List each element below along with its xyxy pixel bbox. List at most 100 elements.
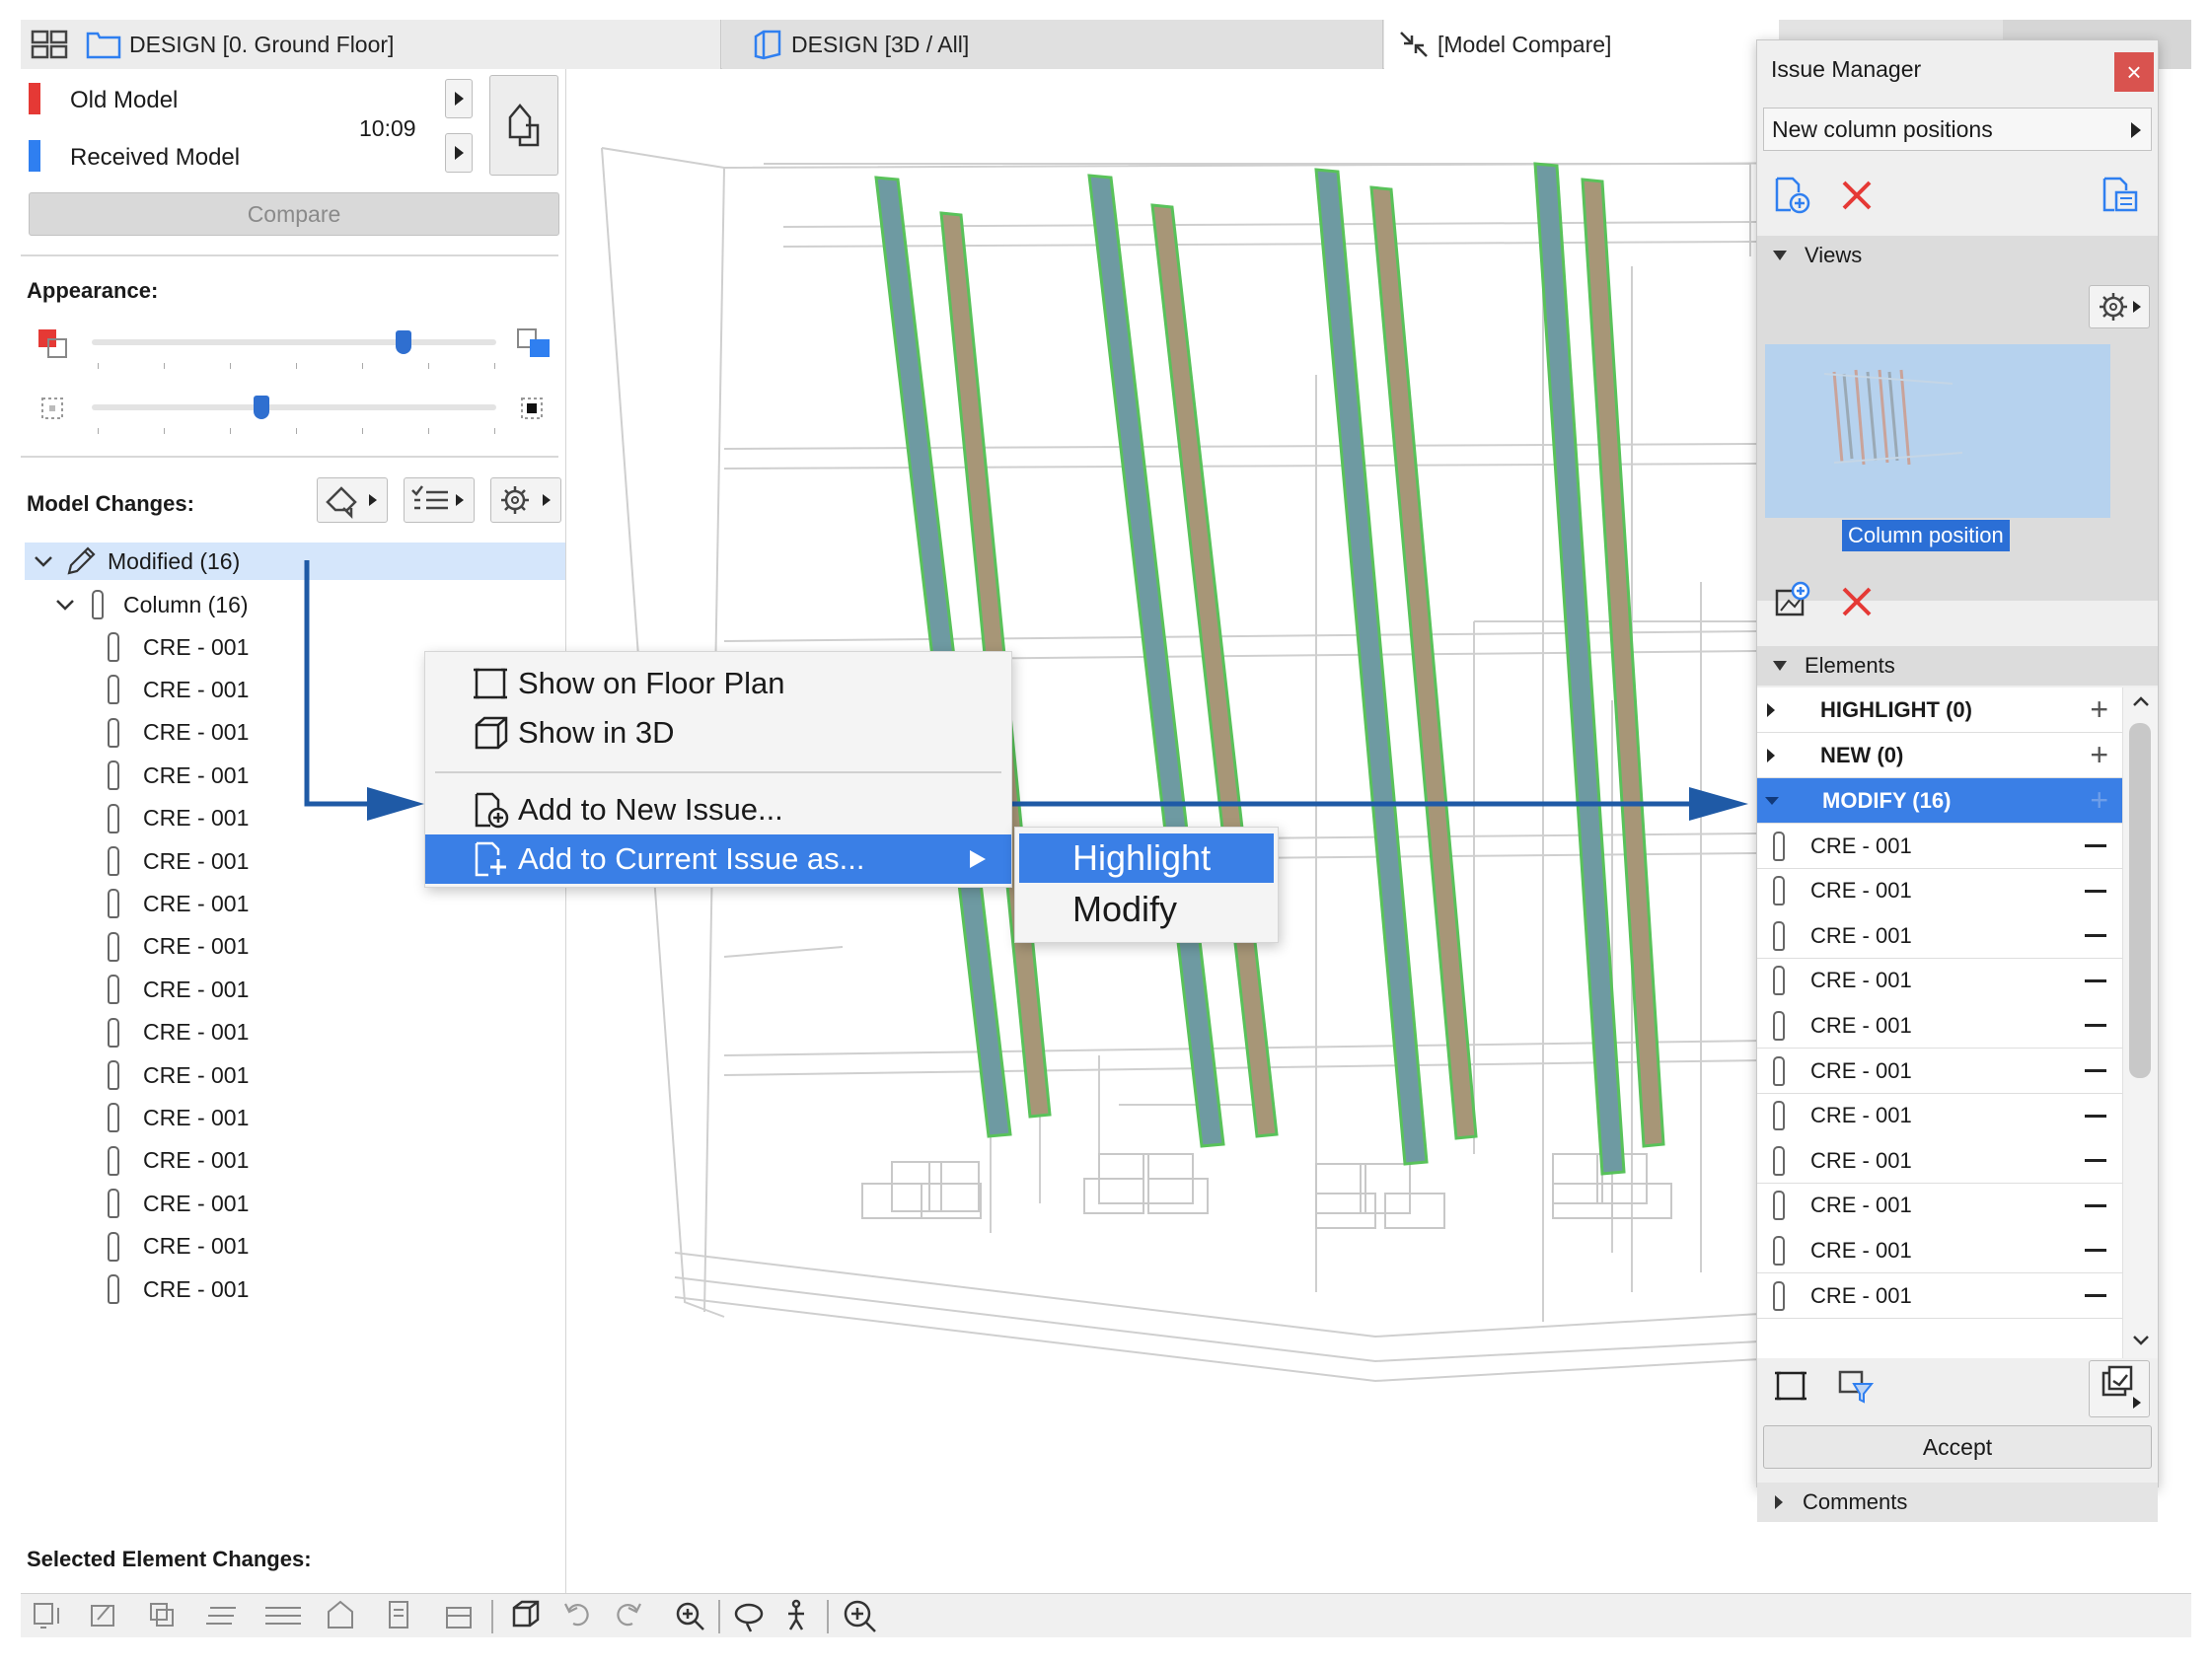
element-row[interactable]: CRE - 001 [1757, 868, 2122, 914]
remove-icon[interactable] [2085, 1069, 2106, 1072]
floor-plan-frame-icon[interactable] [1773, 1368, 1808, 1404]
remove-icon[interactable] [2085, 1203, 2106, 1207]
issue-manager-panel: Issue Manager × New column positions Vie… [1756, 39, 2159, 1522]
elements-scrollbar[interactable] [2122, 688, 2158, 1358]
comments-header[interactable]: Comments [1757, 1483, 2158, 1522]
element-row[interactable]: CRE - 001 [1757, 824, 2122, 869]
group-new[interactable]: NEW (0) + [1757, 733, 2122, 778]
element-label: CRE - 001 [1810, 1103, 1912, 1128]
element-row[interactable]: CRE - 001 [1757, 913, 2122, 960]
column-icon [1773, 966, 1785, 996]
element-label: CRE - 001 [1810, 1237, 1912, 1263]
add-to-issue-icon [473, 839, 510, 879]
column-icon [1773, 1145, 1785, 1176]
remove-icon[interactable] [2085, 978, 2106, 982]
menu-item-show-3d[interactable]: Show in 3D [425, 708, 1011, 758]
element-row[interactable]: CRE - 001 [1757, 1183, 2122, 1229]
element-label: CRE - 001 [1810, 878, 1912, 904]
elements-header[interactable]: Elements [1757, 646, 2158, 686]
triangle-down-icon [1771, 249, 1789, 262]
triangle-right-icon [1765, 747, 1777, 764]
column-icon [1773, 876, 1785, 906]
remove-icon[interactable] [2085, 1114, 2106, 1118]
views-header[interactable]: Views [1757, 236, 2158, 275]
elements-list: HIGHLIGHT (0) + NEW (0) + MODIFY (16) + … [1757, 688, 2122, 1358]
element-row[interactable]: CRE - 001 [1757, 1093, 2122, 1139]
triangle-down-icon [1771, 659, 1789, 673]
close-button[interactable]: × [2114, 52, 2154, 92]
element-row[interactable]: CRE - 001 [1757, 1228, 2122, 1274]
menu-item-show-floor-plan[interactable]: Show on Floor Plan [425, 659, 1011, 708]
add-icon[interactable]: + [2090, 737, 2108, 773]
remove-icon[interactable] [2085, 1249, 2106, 1253]
element-label: CRE - 001 [1810, 1282, 1912, 1308]
element-label: CRE - 001 [1810, 1147, 1912, 1173]
remove-icon[interactable] [2085, 844, 2106, 847]
column-icon [1773, 1010, 1785, 1041]
issue-manager-title: Issue Manager [1771, 56, 1922, 82]
element-row[interactable]: CRE - 001 [1757, 1003, 2122, 1050]
delete-issue-icon[interactable] [1840, 179, 1874, 212]
group-highlight[interactable]: HIGHLIGHT (0) + [1757, 688, 2122, 733]
scroll-thumb[interactable] [2129, 723, 2151, 1078]
menu-separator [435, 771, 1001, 773]
triangle-right-icon [1765, 701, 1777, 719]
menu-label: Add to Current Issue as... [518, 841, 865, 876]
element-label: CRE - 001 [1810, 922, 1912, 948]
view-caption[interactable]: Column position [1842, 520, 2010, 551]
element-row[interactable]: CRE - 001 [1757, 1049, 2122, 1094]
column-icon [1773, 1191, 1785, 1221]
issue-select[interactable]: New column positions [1763, 108, 2152, 151]
column-icon [1773, 1055, 1785, 1086]
element-label: CRE - 001 [1810, 1012, 1912, 1038]
column-icon [1773, 831, 1785, 861]
element-label: CRE - 001 [1810, 1057, 1912, 1083]
submenu-item-highlight[interactable]: Highlight [1019, 833, 1274, 883]
column-icon [1773, 1280, 1785, 1311]
triangle-down-icon [1763, 795, 1781, 807]
column-icon [1773, 1101, 1785, 1131]
dropdown-arrow-icon [2129, 120, 2143, 140]
section-label: Comments [1803, 1489, 1908, 1514]
remove-icon[interactable] [2085, 934, 2106, 938]
remove-icon[interactable] [2085, 1159, 2106, 1163]
submenu-item-modify[interactable]: Modify [1015, 885, 1278, 934]
element-label: CRE - 001 [1810, 1193, 1912, 1218]
element-row[interactable]: CRE - 001 [1757, 958, 2122, 1004]
new-issue-icon [473, 790, 510, 830]
add-icon[interactable]: + [2090, 782, 2108, 819]
issue-list-icon[interactable] [2101, 175, 2140, 216]
remove-icon[interactable] [2085, 1024, 2106, 1028]
add-icon[interactable]: + [2090, 691, 2108, 728]
new-issue-icon[interactable] [1773, 175, 1812, 216]
menu-label: Add to New Issue... [518, 792, 783, 827]
element-row[interactable]: CRE - 001 [1757, 1138, 2122, 1185]
remove-icon[interactable] [2085, 1294, 2106, 1297]
column-icon [1773, 1235, 1785, 1266]
triangle-right-icon [1773, 1493, 1785, 1511]
scroll-down-icon[interactable] [2132, 1335, 2150, 1346]
column-icon [1773, 920, 1785, 951]
view-settings-button[interactable] [2089, 285, 2150, 328]
floor-plan-frame-icon [473, 666, 508, 701]
element-label: CRE - 001 [1810, 832, 1912, 858]
delete-view-icon[interactable] [1840, 585, 1874, 618]
add-view-icon[interactable] [1773, 579, 1814, 620]
select-filter-icon[interactable] [1836, 1366, 1876, 1406]
submenu: Highlight Modify [1014, 827, 1279, 943]
context-menu: Show on Floor Plan Show in 3D Add to New… [424, 651, 1012, 888]
menu-item-add-current-issue[interactable]: Add to Current Issue as... [425, 834, 1011, 884]
group-modify[interactable]: MODIFY (16) + [1757, 778, 2122, 824]
menu-item-add-new-issue[interactable]: Add to New Issue... [425, 785, 1011, 834]
element-row[interactable]: CRE - 001 [1757, 1273, 2122, 1319]
export-menu-button[interactable] [2089, 1360, 2150, 1417]
accept-button[interactable]: Accept [1763, 1425, 2152, 1469]
scroll-up-icon[interactable] [2132, 695, 2150, 707]
remove-icon[interactable] [2085, 889, 2106, 893]
group-label: HIGHLIGHT (0) [1820, 696, 1972, 722]
section-label: Elements [1805, 653, 1895, 678]
view-thumbnail[interactable] [1765, 344, 2110, 518]
submenu-arrow-icon [968, 848, 988, 870]
group-label: NEW (0) [1820, 742, 1904, 767]
section-label: Views [1805, 243, 1863, 267]
